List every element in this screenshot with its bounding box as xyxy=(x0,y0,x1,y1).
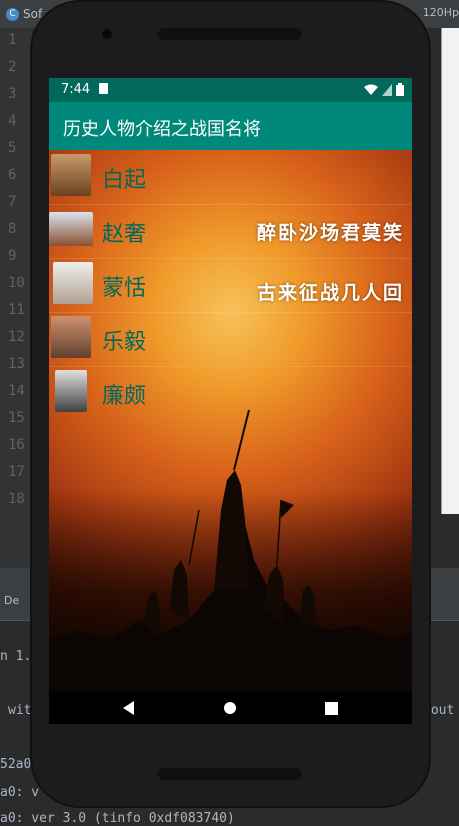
wifi-icon xyxy=(364,84,378,95)
line-number: 8 xyxy=(8,221,17,237)
status-bar: 7:44 xyxy=(49,78,412,102)
c-file-icon: C xyxy=(6,7,19,21)
line-number: 7 xyxy=(8,194,17,210)
page-title: 历史人物介绍之战国名将 xyxy=(63,119,261,140)
line-number: 17 xyxy=(8,464,25,480)
line-number: 4 xyxy=(8,113,17,129)
line-number: 13 xyxy=(8,356,25,372)
list-item[interactable]: 白起 xyxy=(49,150,412,205)
line-number: 1 xyxy=(8,32,17,48)
general-name: 赵奢 xyxy=(102,222,147,247)
sd-card-icon xyxy=(99,83,108,94)
ide-tab-right-text: 120Hp xyxy=(422,6,459,19)
line-number: 18 xyxy=(8,491,25,507)
ide-file-tab[interactable]: C Sof xyxy=(6,4,42,24)
home-circle-icon xyxy=(224,702,236,714)
navigation-bar xyxy=(49,692,412,724)
console-line: wit xyxy=(8,703,32,718)
line-number: 12 xyxy=(8,329,25,345)
recents-button[interactable] xyxy=(311,692,351,724)
status-time: 7:44 xyxy=(61,82,91,97)
avatar xyxy=(55,370,87,412)
line-number: 16 xyxy=(8,437,25,453)
back-triangle-icon xyxy=(123,701,134,715)
ide-gutter: 1 2 3 4 5 6 7 8 9 10 11 12 13 14 15 16 1… xyxy=(0,28,32,568)
avatar xyxy=(53,262,93,304)
console-line: a0: ver 3.0 (tinfo 0xdf083740) xyxy=(0,811,235,826)
ide-right-panel xyxy=(441,28,459,514)
phone-frame: 7:44 历史人物介绍之战国名将 白起 赵奢 蒙恬 乐毅 廉颇 醉卧沙场君莫笑 … xyxy=(32,2,429,806)
front-camera xyxy=(102,29,112,39)
phone-screen: 7:44 历史人物介绍之战国名将 白起 赵奢 蒙恬 乐毅 廉颇 醉卧沙场君莫笑 … xyxy=(49,78,412,724)
line-number: 15 xyxy=(8,410,25,426)
ide-tab-label: Sof xyxy=(23,7,43,21)
line-number: 11 xyxy=(8,302,25,318)
status-icons xyxy=(364,83,404,96)
console-line: n 1. xyxy=(0,649,32,664)
app-bar: 历史人物介绍之战国名将 xyxy=(49,102,412,150)
avatar xyxy=(51,316,91,358)
line-number: 5 xyxy=(8,140,17,156)
bottom-speaker xyxy=(158,768,302,780)
line-number: 10 xyxy=(8,275,25,291)
line-number: 3 xyxy=(8,86,17,102)
avatar xyxy=(51,154,91,196)
general-name: 白起 xyxy=(102,168,147,193)
ide-bottom-tab[interactable]: De xyxy=(4,594,19,607)
line-number: 14 xyxy=(8,383,25,399)
line-number: 2 xyxy=(8,59,17,75)
general-name: 廉颇 xyxy=(102,384,147,409)
line-number: 9 xyxy=(8,248,17,264)
warriors-silhouette xyxy=(49,409,412,692)
signal-icon xyxy=(382,83,392,96)
console-line: 52a0 xyxy=(0,757,32,772)
back-button[interactable] xyxy=(109,692,149,724)
general-name: 乐毅 xyxy=(102,330,147,355)
line-number: 6 xyxy=(8,167,17,183)
poem-line-1: 醉卧沙场君莫笑 xyxy=(257,222,405,244)
general-name: 蒙恬 xyxy=(102,276,147,301)
list-item[interactable]: 乐毅 xyxy=(49,312,412,367)
poem-line-2: 古来征战几人回 xyxy=(257,282,405,304)
recents-square-icon xyxy=(324,701,338,715)
earpiece xyxy=(158,28,302,40)
avatar xyxy=(49,212,93,246)
list-item[interactable]: 廉颇 xyxy=(49,366,412,420)
home-button[interactable] xyxy=(210,692,250,724)
battery-icon xyxy=(396,83,404,96)
content-background: 白起 赵奢 蒙恬 乐毅 廉颇 醉卧沙场君莫笑 古来征战几人回 xyxy=(49,150,412,692)
console-line: a0: v xyxy=(0,785,40,800)
